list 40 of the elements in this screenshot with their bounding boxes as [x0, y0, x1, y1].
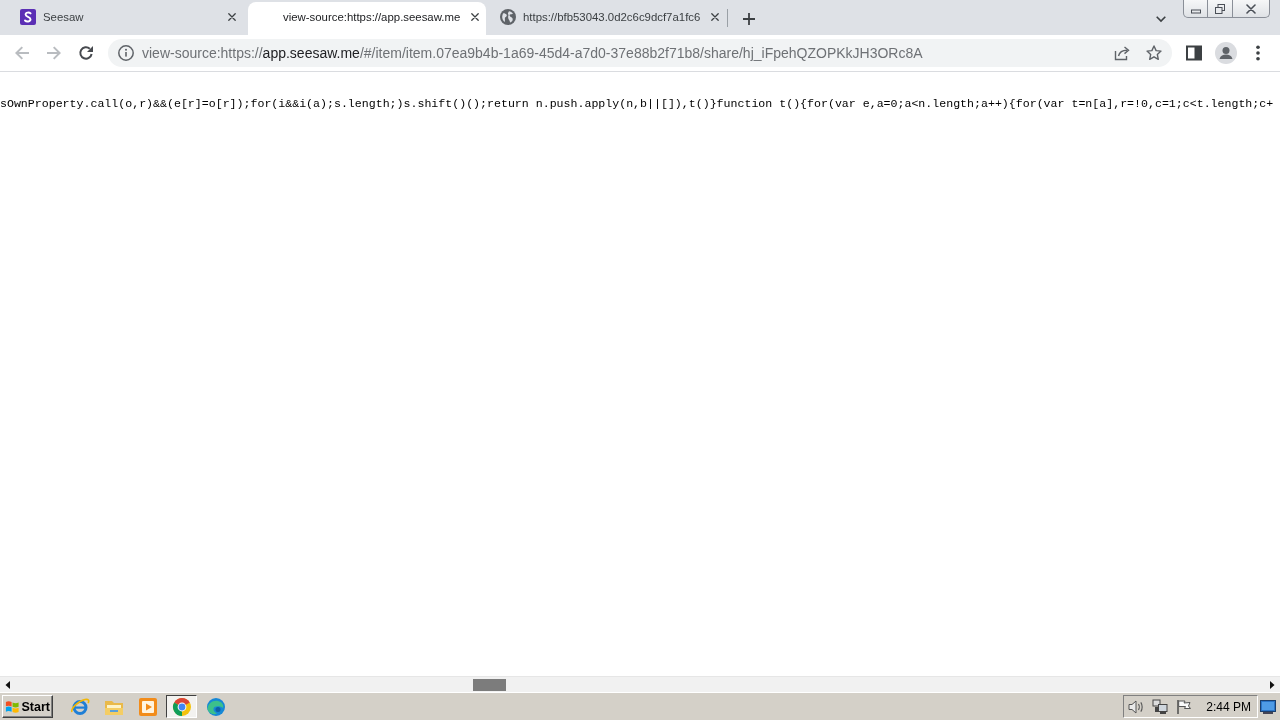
start-button[interactable]: Start: [2, 695, 53, 718]
close-icon: [228, 13, 236, 21]
browser-tab[interactable]: https://bfb53043.0d2c6c9dcf7a1fc6: [488, 2, 726, 35]
orbit-logo-icon: [69, 696, 90, 717]
scroll-right-icon[interactable]: [1268, 680, 1276, 689]
close-icon: [711, 13, 720, 21]
four-pane-flag-icon: [5, 698, 20, 715]
taskbar-button[interactable]: [166, 695, 197, 718]
scrollbar-thumb[interactable]: [473, 678, 506, 691]
desktop-icon[interactable]: [1260, 698, 1276, 715]
globe-icon: [500, 9, 516, 25]
horizontal-scrollbar[interactable]: [0, 676, 1280, 692]
swirl-logo-icon: [205, 696, 226, 717]
info-icon[interactable]: [118, 45, 134, 61]
play-tile-icon: [137, 696, 158, 717]
close-icon: [1246, 3, 1256, 14]
avatar-icon: [1215, 42, 1237, 64]
source-code-line: sOwnProperty.call(o,r)&&(e[r]=o[r]);for(i&&i(a);s.length;)s.shift()();return n.push.apply(n,b||[]),t()}function t(){for(var e,a=0;a<n.length;a++){for(var t=n[a],r=!0,c=1;c<t.length;c+: [0, 97, 1274, 111]
star-icon: [1146, 45, 1162, 61]
side-panel-icon: [1186, 45, 1202, 61]
speaker-icon[interactable]: [1128, 698, 1144, 715]
restore-icon: [1215, 3, 1225, 14]
chevron-down-icon: [1156, 13, 1166, 24]
address-bar[interactable]: view-source:https://app.seesaw.me/#/item/item.07ea9b4b-1a69-45d4-a7d0-37e88b2f71b8/share/hj_iFpehQZOPKkJH3ORc8A: [108, 39, 1172, 67]
clock[interactable]: 2:44 PM: [1206, 699, 1251, 714]
reload-icon: [78, 45, 94, 61]
plus-icon: [743, 12, 755, 25]
browser-tab[interactable]: view-source:https://app.seesaw.me: [248, 2, 486, 35]
scroll-left-icon[interactable]: [4, 680, 12, 689]
app-logo-icon: [20, 9, 36, 25]
flag-icon[interactable]: [1176, 698, 1192, 715]
ring-logo-icon: [171, 696, 192, 717]
right-arrow-icon: [46, 45, 62, 61]
browser-tab[interactable]: Seesaw: [8, 2, 246, 35]
share-icon: [1114, 45, 1130, 61]
network-icon[interactable]: [1152, 698, 1168, 715]
profile-button[interactable]: [1212, 39, 1240, 67]
url-text[interactable]: view-source:https://app.seesaw.me/#/item/item.07ea9b4b-1a69-45d4-a7d0-37e88b2f71b8/share/hj_iFpehQZOPKkJH3ORc8A: [142, 45, 923, 61]
close-icon: [471, 13, 480, 21]
left-arrow-icon: [14, 45, 30, 61]
